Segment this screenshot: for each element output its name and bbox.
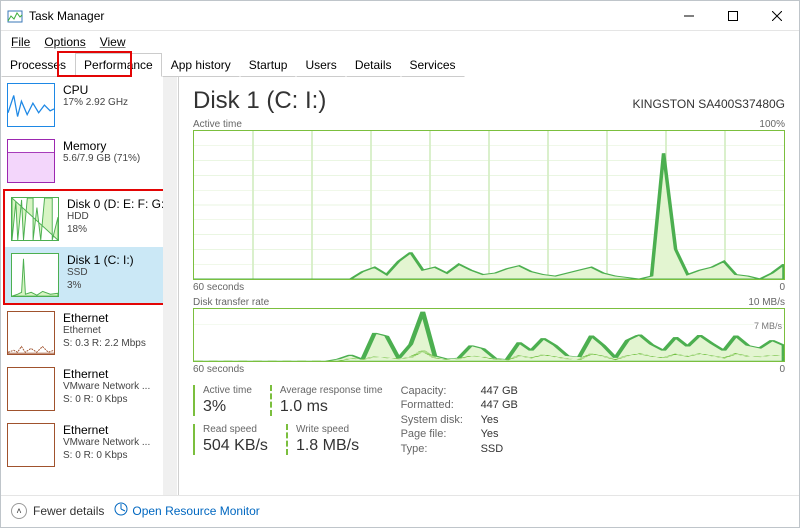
sidebar-scrollbar[interactable] — [163, 77, 177, 495]
sidebar-item-label: CPU — [63, 83, 128, 97]
chart-active-time — [193, 130, 785, 280]
menu-file[interactable]: File — [11, 35, 30, 49]
tab-startup[interactable]: Startup — [240, 53, 297, 77]
menu-bar: File Options View — [1, 31, 799, 53]
sidebar-item-label: Ethernet — [63, 423, 150, 437]
chart-rate-left: 60 seconds — [193, 364, 244, 375]
sidebar-item-sub: HDD — [67, 211, 168, 224]
sidebar-item-label: Memory — [63, 139, 140, 153]
sidebar-item-memory[interactable]: Memory 5.6/7.9 GB (71%) — [1, 133, 178, 189]
tab-processes[interactable]: Processes — [1, 53, 75, 77]
sidebar-item-label: Disk 0 (D: E: F: G:) — [67, 197, 168, 211]
menu-view[interactable]: View — [100, 35, 126, 49]
menu-options[interactable]: Options — [44, 35, 85, 49]
tab-app-history[interactable]: App history — [162, 53, 240, 77]
chart-active-label: Active time — [193, 119, 242, 130]
app-icon — [7, 8, 23, 24]
sidebar-item-sub: VMware Network ... — [63, 381, 150, 394]
chart-transfer-rate: 7 MB/s — [193, 308, 785, 362]
sidebar-item-disk1[interactable]: Disk 1 (C: I:) SSD 3% — [5, 247, 174, 303]
tab-strip: Processes Performance App history Startu… — [1, 53, 799, 77]
title-bar: Task Manager — [1, 1, 799, 31]
sidebar-item-ethernet-2[interactable]: Ethernet VMware Network ... S: 0 R: 0 Kb… — [1, 361, 178, 417]
sidebar-item-ethernet-3[interactable]: Ethernet VMware Network ... S: 0 R: 0 Kb… — [1, 417, 178, 473]
sidebar-item-label: Disk 1 (C: I:) — [67, 253, 134, 267]
sidebar-item-sub: 17% 2.92 GHz — [63, 97, 128, 110]
sidebar-item-sub: VMware Network ... — [63, 437, 150, 450]
sidebar-item-sub2: S: 0 R: 0 Kbps — [63, 450, 150, 463]
detail-pane: Disk 1 (C: I:) KINGSTON SA400S37480G Act… — [179, 77, 799, 495]
sidebar-item-sub2: S: 0 R: 0 Kbps — [63, 394, 150, 407]
tab-performance[interactable]: Performance — [75, 53, 162, 77]
sidebar-item-sub2: S: 0.3 R: 2.2 Mbps — [63, 338, 146, 351]
detail-title: Disk 1 (C: I:) — [193, 87, 326, 115]
minimize-button[interactable] — [667, 1, 711, 31]
sidebar-item-ethernet-1[interactable]: Ethernet Ethernet S: 0.3 R: 2.2 Mbps — [1, 305, 178, 361]
chart-rate-max: 10 MB/s — [748, 297, 785, 308]
chart-rate-right: 0 — [779, 364, 785, 375]
tab-services[interactable]: Services — [401, 53, 465, 77]
tab-details[interactable]: Details — [346, 53, 401, 77]
stat-read-speed: Read speed 504 KB/s — [193, 424, 268, 455]
sidebar-item-sub: Ethernet — [63, 325, 146, 338]
detail-model: KINGSTON SA400S37480G — [632, 97, 785, 111]
chart-rate-label: Disk transfer rate — [193, 297, 269, 308]
fewer-details-button[interactable]: ˄ Fewer details — [11, 503, 104, 519]
sidebar-item-sub2: 3% — [67, 280, 134, 293]
sidebar-item-sub: 5.6/7.9 GB (71%) — [63, 153, 140, 166]
chart-active-right: 0 — [779, 282, 785, 293]
sidebar-item-cpu[interactable]: CPU 17% 2.92 GHz — [1, 77, 178, 133]
sidebar-item-label: Ethernet — [63, 311, 146, 325]
chart-rate-mid: 7 MB/s — [754, 321, 782, 331]
stat-write-speed: Write speed 1.8 MB/s — [286, 424, 359, 455]
stat-avg-response: Average response time 1.0 ms — [270, 385, 383, 416]
chart-active-max: 100% — [759, 119, 785, 130]
tab-users[interactable]: Users — [296, 53, 345, 77]
open-resource-monitor-link[interactable]: Open Resource Monitor — [114, 502, 259, 519]
chart-active-left: 60 seconds — [193, 282, 244, 293]
annotation-disk-highlight: Disk 0 (D: E: F: G:) HDD 18% Disk 1 (C: … — [3, 189, 176, 305]
sidebar: CPU 17% 2.92 GHz Memory 5.6/7.9 GB (71%)… — [1, 77, 179, 495]
close-button[interactable] — [755, 1, 799, 31]
chevron-up-icon: ˄ — [11, 503, 27, 519]
sidebar-item-sub: SSD — [67, 267, 134, 280]
maximize-button[interactable] — [711, 1, 755, 31]
sidebar-item-disk0[interactable]: Disk 0 (D: E: F: G:) HDD 18% — [5, 191, 174, 247]
sidebar-item-label: Ethernet — [63, 367, 150, 381]
window-title: Task Manager — [29, 9, 667, 23]
stat-active-time: Active time 3% — [193, 385, 252, 416]
sidebar-item-sub2: 18% — [67, 224, 168, 237]
monitor-icon — [114, 502, 128, 519]
stat-properties: Capacity:447 GB Formatted:447 GB System … — [401, 385, 518, 455]
